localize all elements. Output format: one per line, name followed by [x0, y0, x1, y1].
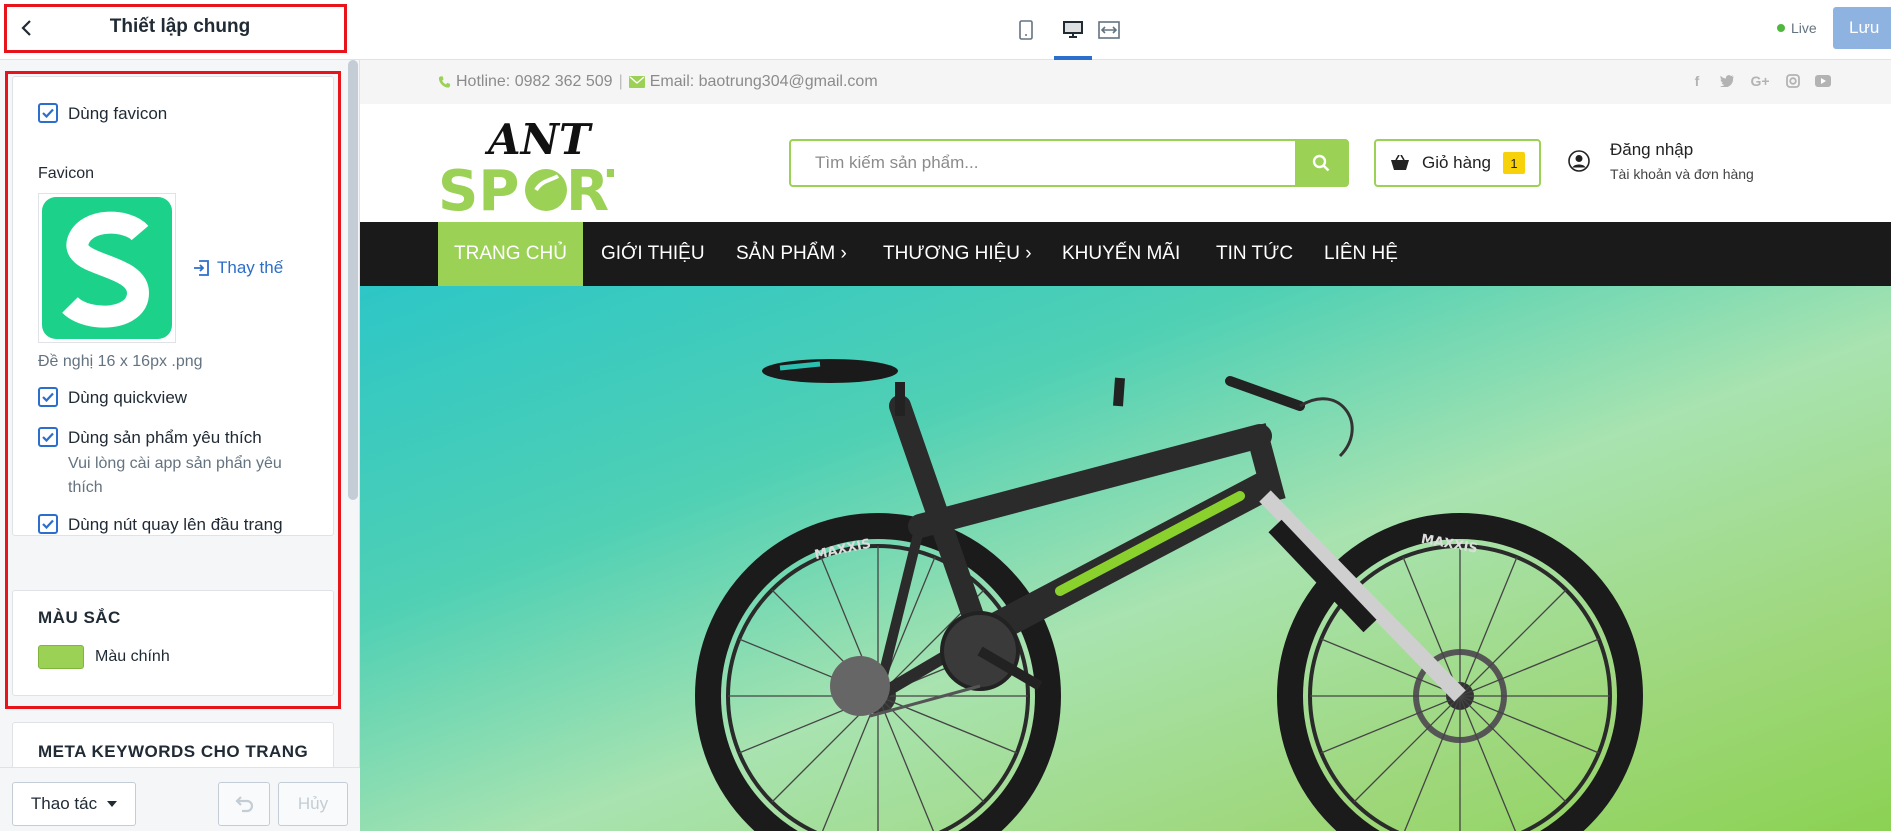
back-to-top-option: Dùng nút quay lên đầu trang — [38, 514, 283, 535]
undo-icon — [235, 796, 254, 813]
email-icon — [628, 76, 645, 88]
svg-text:RT: RT — [566, 159, 614, 214]
editor-topbar: Live Lưu — [360, 0, 1891, 60]
social-links: f G+ — [1689, 73, 1831, 89]
checkmark-icon — [42, 108, 54, 118]
sidebar-header: Thiết lập chung — [0, 0, 360, 60]
primary-color-label: Màu chính — [95, 648, 170, 665]
nav-item-brands[interactable]: THƯƠNG HIỆU › — [883, 222, 1032, 286]
ant-sport-logo[interactable]: ANT SP RT — [438, 114, 645, 224]
wishlist-option-label: Dùng sản phẩm yêu thích — [68, 428, 262, 447]
hotline-info: Hotline: 0982 362 509 | Email: baotrung3… — [438, 73, 878, 91]
undo-button[interactable] — [218, 782, 270, 826]
login-label: Đăng nhập — [1610, 140, 1694, 159]
mobile-view-button[interactable] — [1010, 14, 1042, 46]
replace-icon — [194, 260, 209, 276]
facebook-icon[interactable]: f — [1689, 73, 1705, 89]
favicon-s-logo-icon — [42, 197, 172, 339]
back-to-top-checkbox[interactable] — [38, 514, 58, 534]
cancel-button[interactable]: Hủy — [278, 782, 348, 826]
general-options-card: Dùng favicon Favicon Thay thế Đề nghị 16… — [12, 76, 334, 536]
favicon-preview — [38, 193, 176, 343]
sidebar-title: Thiết lập chung — [109, 16, 251, 37]
actions-label: Thao tác — [30, 794, 98, 813]
info-separator: | — [618, 73, 623, 90]
google-plus-icon[interactable]: G+ — [1749, 73, 1771, 89]
quickview-option: Dùng quickview — [38, 387, 187, 408]
main-navigation: TRANG CHỦ GIỚI THIỆU SẢN PHẨM › THƯƠNG H… — [360, 222, 1891, 286]
nav-item-promotions[interactable]: KHUYẾN MÃI — [1062, 222, 1180, 286]
caret-down-icon — [107, 801, 118, 807]
checkmark-icon — [42, 519, 54, 529]
search-input[interactable] — [791, 141, 1291, 185]
cart-count-badge: 1 — [1503, 152, 1525, 174]
email-text: Email: baotrung304@gmail.com — [649, 73, 878, 90]
sidebar-scroll-area[interactable]: Dùng favicon Favicon Thay thế Đề nghị 16… — [0, 60, 360, 767]
nav-item-contact[interactable]: LIÊN HỆ — [1324, 222, 1398, 286]
mountain-bike-image: MAXXIS MAXXIS — [695, 359, 1643, 831]
hotline-text: Hotline: 0982 362 509 — [456, 73, 613, 90]
theme-settings-sidebar: Thiết lập chung Dùng favicon Favicon Tha… — [0, 0, 360, 831]
wishlist-note: Vui lòng cài app sản phẩn yêu thích — [68, 455, 282, 496]
favicon-option: Dùng favicon — [38, 103, 167, 124]
live-dot-icon — [1777, 24, 1785, 32]
hero-banner[interactable]: MAXXIS MAXXIS — [360, 286, 1891, 831]
desktop-icon — [1063, 21, 1083, 38]
wishlist-option: Dùng sản phẩm yêu thích Vui lòng cài app… — [38, 427, 298, 500]
mobile-icon — [1019, 20, 1033, 40]
chevron-left-icon — [21, 20, 31, 36]
favicon-checkbox[interactable] — [38, 103, 58, 123]
fullwidth-view-button[interactable] — [1093, 14, 1125, 46]
meta-keywords-card: META KEYWORDS CHO TRANG CHỦ(SEO) — [12, 722, 334, 767]
cart-button[interactable]: Giỏ hàng 1 — [1374, 139, 1541, 187]
instagram-icon[interactable] — [1785, 73, 1801, 89]
quickview-checkbox[interactable] — [38, 387, 58, 407]
checkmark-icon — [42, 392, 54, 402]
desktop-view-button[interactable] — [1057, 14, 1089, 46]
live-label: Live — [1791, 20, 1817, 36]
phone-icon — [438, 76, 451, 88]
svg-text:ANT: ANT — [484, 115, 593, 164]
fullwidth-icon — [1098, 21, 1120, 39]
product-search — [789, 139, 1349, 187]
primary-color-swatch[interactable] — [38, 645, 84, 669]
cart-label: Giỏ hàng — [1422, 153, 1491, 172]
sidebar-footer: Thao tác Hủy — [0, 767, 360, 831]
sidebar-scrollbar[interactable] — [348, 60, 358, 500]
user-circle-icon — [1568, 150, 1590, 172]
search-icon — [1312, 154, 1330, 172]
account-link[interactable]: Đăng nhập Tài khoản và đơn hàng — [1568, 140, 1754, 182]
svg-text:SP: SP — [438, 159, 519, 214]
favicon-size-hint: Đề nghị 16 x 16px .png — [38, 353, 203, 370]
back-button[interactable] — [14, 16, 38, 40]
replace-favicon-link[interactable]: Thay thế — [193, 258, 283, 278]
favicon-option-label: Dùng favicon — [68, 104, 168, 123]
meta-section-title: META KEYWORDS CHO TRANG CHỦ(SEO) — [38, 742, 309, 761]
favicon-label: Favicon — [38, 165, 95, 182]
youtube-icon[interactable] — [1815, 73, 1831, 89]
colors-section-title: MÀU SẮC — [38, 608, 121, 627]
replace-label: Thay thế — [217, 258, 284, 277]
back-to-top-option-label: Dùng nút quay lên đầu trang — [68, 515, 283, 534]
search-button[interactable] — [1295, 141, 1347, 185]
nav-item-news[interactable]: TIN TỨC — [1216, 222, 1293, 286]
ant-sport-logo-icon: ANT SP RT — [438, 115, 645, 224]
actions-dropdown[interactable]: Thao tác — [12, 782, 136, 826]
nav-item-about[interactable]: GIỚI THIỆU — [601, 222, 705, 286]
colors-card: MÀU SẮC Màu chính — [12, 590, 334, 696]
storefront-preview: Hotline: 0982 362 509 | Email: baotrung3… — [360, 60, 1891, 831]
twitter-icon[interactable] — [1719, 73, 1735, 89]
checkmark-icon — [42, 432, 54, 442]
live-status: Live — [1777, 20, 1817, 36]
save-button[interactable]: Lưu — [1833, 7, 1891, 49]
utility-bar: Hotline: 0982 362 509 | Email: baotrung3… — [360, 60, 1891, 104]
nav-item-home[interactable]: TRANG CHỦ — [438, 222, 583, 286]
shopping-basket-icon — [1391, 155, 1409, 170]
quickview-option-label: Dùng quickview — [68, 388, 188, 407]
nav-item-products[interactable]: SẢN PHẨM › — [736, 222, 847, 286]
account-subtitle: Tài khoản và đơn hàng — [1610, 166, 1754, 182]
wishlist-checkbox[interactable] — [38, 427, 58, 447]
